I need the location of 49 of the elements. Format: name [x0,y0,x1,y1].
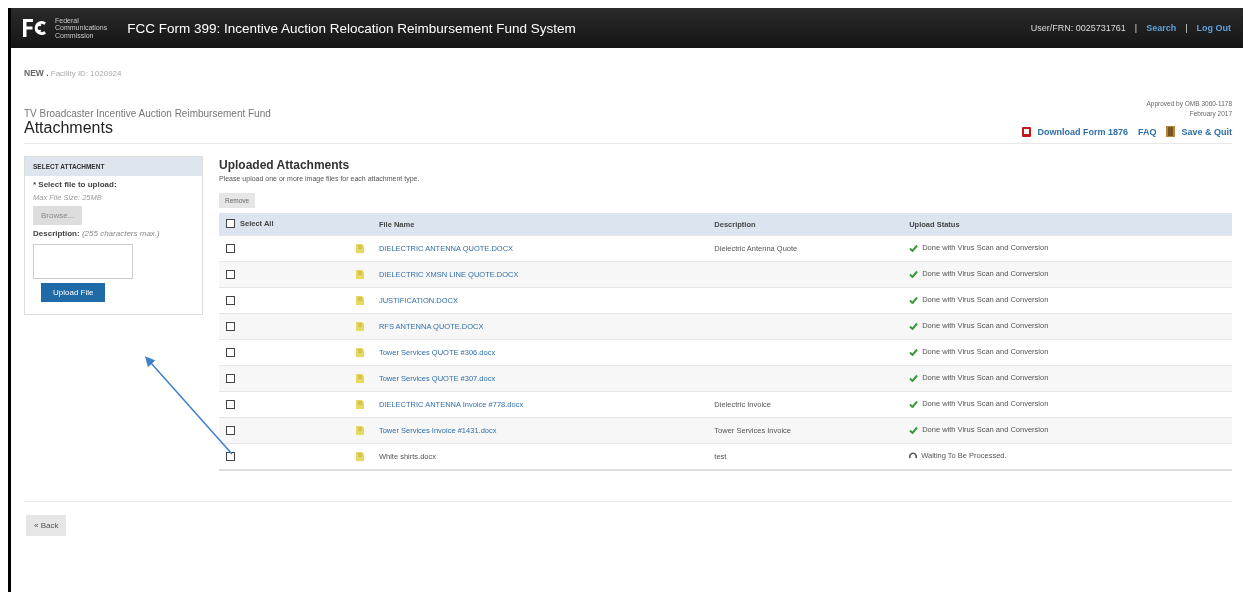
nav-link[interactable]: Log Out [1196,23,1231,33]
upload-button[interactable]: Upload File [41,283,106,302]
action-link[interactable]: Download Form 1876 [1022,126,1128,137]
document-icon [356,320,364,331]
row-checkbox[interactable] [226,374,235,384]
description-field[interactable] [33,244,133,279]
document-icon [356,398,364,409]
pdf-icon [1022,126,1032,137]
check-icon [909,321,919,330]
row-checkbox[interactable] [226,296,235,306]
facility-id: Facility ID: 1020924 [49,69,122,78]
check-icon [909,243,919,252]
row-checkbox[interactable] [226,400,235,410]
record-status: NEW . [24,68,49,78]
fcc-logo [21,17,49,39]
page-title: Attachments [24,119,114,137]
page-subtitle: TV Broadcaster Incentive Auction Reimbursement Fund [24,108,271,119]
document-icon [356,450,364,461]
check-icon [909,399,919,408]
row-checkbox[interactable] [226,244,235,254]
action-link[interactable]: Save & Quit [1166,126,1232,137]
document-icon [356,346,364,357]
check-icon [909,269,919,278]
check-icon [909,373,919,382]
document-icon [356,294,364,305]
row-checkbox[interactable] [226,426,235,436]
document-icon [356,242,364,253]
spinner-icon [909,451,918,460]
nav-link[interactable]: Search [1146,23,1177,33]
separator: | [1185,23,1188,33]
row-checkbox[interactable] [226,452,235,462]
user-frn: User/FRN: 0025731761 [1030,23,1126,33]
document-icon [356,268,364,279]
separator: | [1134,23,1138,33]
check-icon [909,347,919,356]
row-checkbox[interactable] [226,270,235,280]
row-checkbox[interactable] [226,348,235,358]
field-label: * Select file to upload: [33,180,117,189]
document-icon [356,372,364,383]
check-icon [909,425,919,434]
row-checkbox[interactable] [226,322,235,332]
app-title: FCC Form 399: Incentive Auction Relocation Reimbursement Fund System [127,20,577,36]
document-icon [356,424,364,435]
back-button[interactable]: « Back [26,515,67,536]
section-title: Uploaded Attachments [219,158,351,172]
field-label: Description: (255 characters max.) [33,229,160,238]
door-icon [1166,126,1176,137]
action-link[interactable]: FAQ [1137,126,1157,137]
check-icon [909,295,919,304]
